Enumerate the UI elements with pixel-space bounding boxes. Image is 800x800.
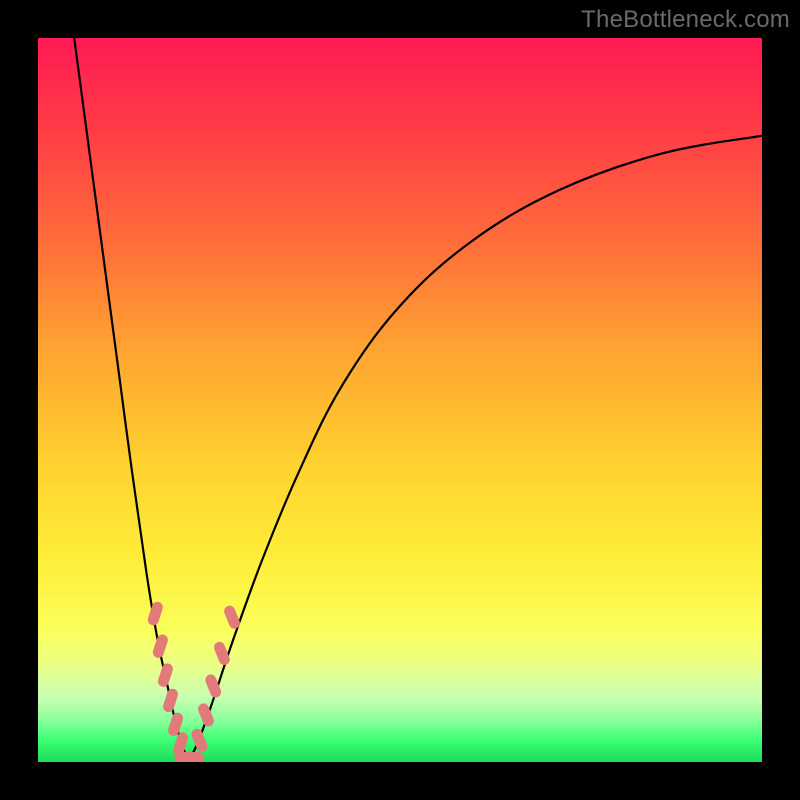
marker-9 <box>196 702 215 728</box>
marker-8 <box>190 727 209 753</box>
plot-area <box>38 38 762 762</box>
chart-frame: TheBottleneck.com <box>0 0 800 800</box>
marker-12 <box>222 604 241 630</box>
marker-3 <box>162 687 180 713</box>
curve-left-branch <box>74 38 188 760</box>
watermark-text: TheBottleneck.com <box>581 6 790 34</box>
marker-0 <box>146 600 164 626</box>
marker-1 <box>151 633 169 659</box>
chart-svg <box>38 38 762 762</box>
curve-right-branch <box>189 136 762 760</box>
marker-2 <box>156 662 174 688</box>
marker-7 <box>180 752 204 762</box>
